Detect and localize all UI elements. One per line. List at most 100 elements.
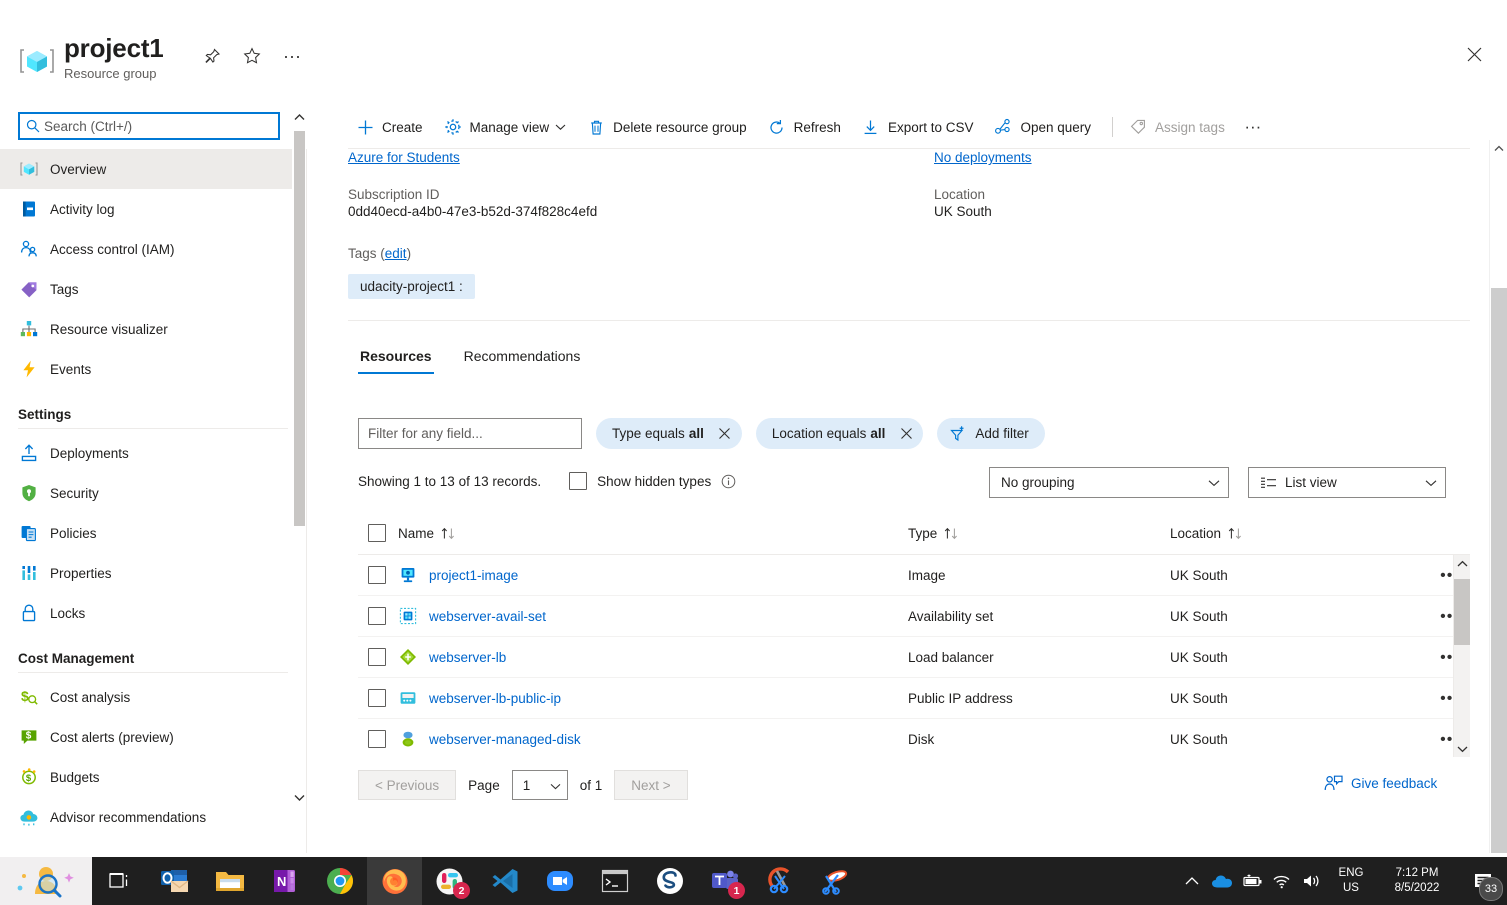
show-hidden-types-group[interactable]: Show hidden types	[569, 472, 736, 490]
toolbar-more-icon[interactable]: ···	[1238, 112, 1268, 142]
table-row[interactable]: project1-image Image UK South •••	[358, 555, 1470, 596]
filter-pill-location[interactable]: Location equals all	[755, 418, 924, 449]
tab-resources[interactable]: Resources	[358, 348, 434, 374]
terminal-icon[interactable]	[587, 857, 642, 905]
pin-icon[interactable]	[198, 42, 226, 70]
snipping-tool-icon[interactable]	[807, 857, 862, 905]
grouping-dropdown[interactable]: No grouping	[989, 467, 1229, 498]
tray-expand-icon[interactable]	[1177, 857, 1207, 905]
add-filter-button[interactable]: Add filter	[937, 418, 1045, 449]
onenote-icon[interactable]: N	[257, 857, 312, 905]
row-checkbox[interactable]	[368, 689, 386, 707]
sidebar-item-cost-analysis[interactable]: $ Cost analysis	[0, 677, 306, 717]
vscode-icon[interactable]	[477, 857, 532, 905]
page-scrollbar[interactable]	[1489, 140, 1507, 853]
subscription-link[interactable]: Azure for Students	[348, 150, 460, 165]
chrome-icon[interactable]	[312, 857, 367, 905]
resource-link[interactable]: webserver-managed-disk	[429, 732, 581, 747]
sidebar-item-policies[interactable]: Policies	[0, 513, 306, 553]
tab-recommendations[interactable]: Recommendations	[462, 348, 583, 374]
slack-icon[interactable]: 2	[422, 857, 477, 905]
filter-pill-type[interactable]: Type equals all	[596, 418, 742, 449]
row-checkbox[interactable]	[368, 566, 386, 584]
create-button[interactable]: Create	[348, 112, 430, 142]
resource-link[interactable]: project1-image	[429, 568, 518, 583]
row-checkbox[interactable]	[368, 607, 386, 625]
resource-link[interactable]: webserver-lb-public-ip	[429, 691, 561, 706]
sidebar-item-resource-visualizer[interactable]: Resource visualizer	[0, 309, 306, 349]
blade-more-icon[interactable]: ···	[278, 42, 306, 70]
notification-center-button[interactable]: 33	[1459, 857, 1507, 905]
sidebar-item-properties[interactable]: Properties	[0, 553, 306, 593]
table-row[interactable]: webserver-managed-disk Disk UK South •••	[358, 719, 1470, 757]
search-input[interactable]	[44, 118, 254, 134]
next-page-button[interactable]: Next >	[614, 770, 688, 800]
previous-page-button[interactable]: < Previous	[358, 770, 457, 800]
select-all-checkbox[interactable]	[368, 524, 386, 542]
battery-icon[interactable]	[1237, 857, 1267, 905]
teams-icon[interactable]: 1	[697, 857, 752, 905]
sidebar-item-deployments[interactable]: Deployments	[0, 433, 306, 473]
view-mode-dropdown[interactable]: List view	[1248, 467, 1446, 498]
tags-edit-link[interactable]: edit	[385, 246, 407, 261]
sidebar-item-budgets[interactable]: $ Budgets	[0, 757, 306, 797]
tag-chip[interactable]: udacity-project1 :	[348, 274, 475, 299]
nav-scrollbar[interactable]	[292, 105, 306, 809]
nav-scroll-thumb[interactable]	[294, 131, 305, 526]
deployments-link[interactable]: No deployments	[934, 150, 1032, 165]
give-feedback-button[interactable]: Give feedback	[1324, 775, 1437, 792]
language-indicator[interactable]: ENG US	[1327, 857, 1375, 905]
assign-tags-button[interactable]: Assign tags	[1121, 112, 1232, 142]
snip-sketch-icon[interactable]	[752, 857, 807, 905]
start-search-button[interactable]	[0, 857, 92, 905]
column-header-name[interactable]: Name	[398, 526, 908, 541]
table-row[interactable]: webserver-lb Load balancer UK South •••	[358, 637, 1470, 678]
remove-filter-type-icon[interactable]	[714, 423, 736, 445]
onedrive-icon[interactable]	[1207, 857, 1237, 905]
filter-any-field-input[interactable]	[358, 418, 582, 449]
sublime-icon[interactable]	[642, 857, 697, 905]
nav-scroll-up-icon[interactable]	[292, 107, 306, 127]
sidebar-item-events[interactable]: Events	[0, 349, 306, 389]
file-explorer-icon[interactable]	[202, 857, 257, 905]
wifi-icon[interactable]	[1267, 857, 1297, 905]
sidebar-item-activity-log[interactable]: Activity log	[0, 189, 306, 229]
star-icon[interactable]	[238, 42, 266, 70]
column-header-location[interactable]: Location	[1170, 526, 1430, 541]
sidebar-item-overview[interactable]: Overview	[0, 149, 306, 189]
delete-resource-group-button[interactable]: Delete resource group	[579, 112, 754, 142]
column-header-type[interactable]: Type	[908, 526, 1170, 541]
page-scroll-up-icon[interactable]	[1490, 140, 1507, 157]
sidebar-item-security[interactable]: Security	[0, 473, 306, 513]
volume-icon[interactable]	[1297, 857, 1327, 905]
page-scroll-thumb[interactable]	[1491, 288, 1507, 853]
sidebar-item-cost-alerts-preview[interactable]: $ Cost alerts (preview)	[0, 717, 306, 757]
search-box[interactable]	[18, 112, 280, 140]
table-row[interactable]: webserver-lb-public-ip Public IP address U…	[358, 678, 1470, 719]
outlook-icon[interactable]	[147, 857, 202, 905]
info-icon[interactable]	[720, 473, 736, 489]
close-icon[interactable]	[1459, 40, 1489, 68]
zoom-icon[interactable]	[532, 857, 587, 905]
resource-link[interactable]: webserver-avail-set	[429, 609, 546, 624]
remove-filter-location-icon[interactable]	[895, 423, 917, 445]
refresh-button[interactable]: Refresh	[760, 112, 848, 142]
export-to-csv-button[interactable]: Export to CSV	[854, 112, 981, 142]
sidebar-item-tags[interactable]: Tags	[0, 269, 306, 309]
resource-link[interactable]: webserver-lb	[429, 650, 506, 665]
firefox-icon[interactable]	[367, 857, 422, 905]
sidebar-item-locks[interactable]: Locks	[0, 593, 306, 633]
table-scroll-up-icon[interactable]	[1454, 555, 1470, 572]
row-checkbox[interactable]	[368, 648, 386, 666]
sidebar-item-access-control-iam[interactable]: Access control (IAM)	[0, 229, 306, 269]
clock[interactable]: 7:12 PM 8/5/2022	[1375, 857, 1459, 905]
nav-scroll-down-icon[interactable]	[292, 787, 306, 807]
table-scroll-thumb[interactable]	[1454, 579, 1470, 645]
row-checkbox[interactable]	[368, 730, 386, 748]
page-number-select[interactable]: 1	[511, 770, 568, 800]
table-row[interactable]: webserver-avail-set Availability set UK So…	[358, 596, 1470, 637]
table-scroll-down-icon[interactable]	[1454, 740, 1470, 757]
table-scrollbar[interactable]	[1453, 555, 1470, 757]
manage-view-button[interactable]: Manage view	[436, 112, 574, 142]
task-view-icon[interactable]	[92, 857, 147, 905]
